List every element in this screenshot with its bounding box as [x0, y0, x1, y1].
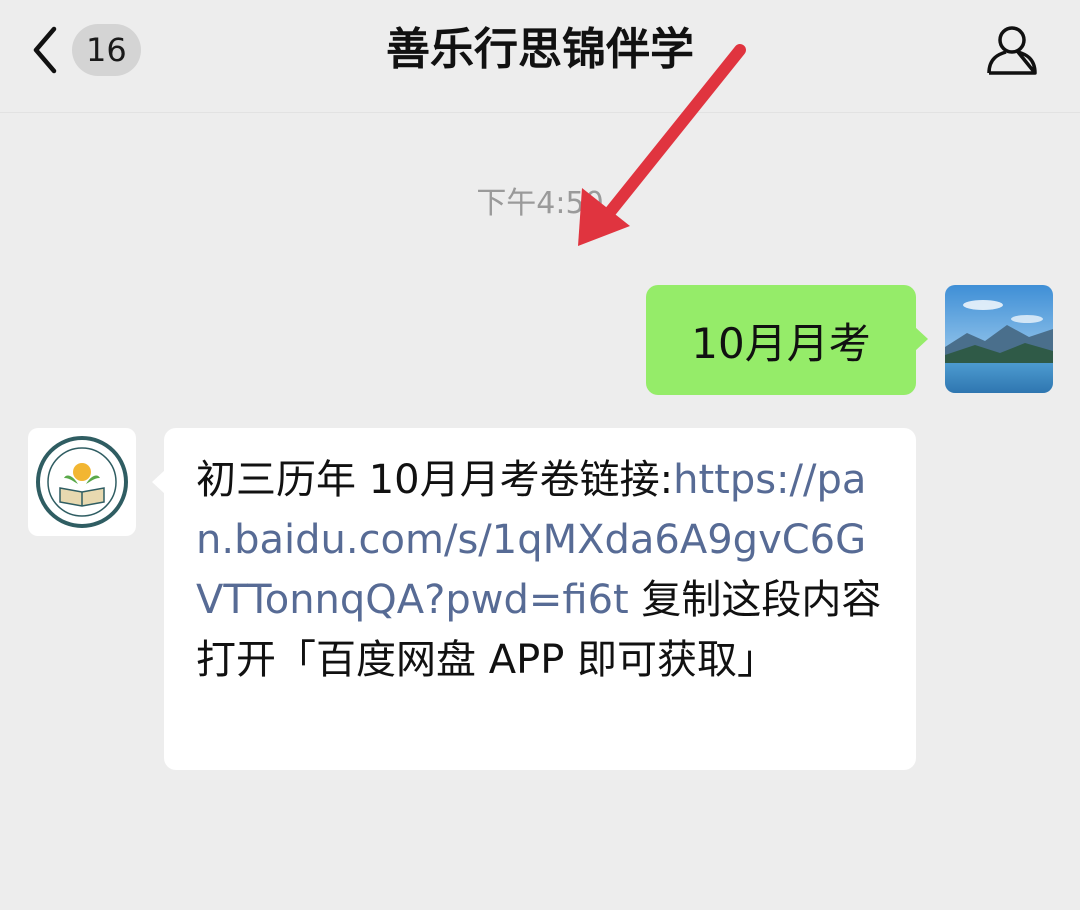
chevron-left-icon — [30, 25, 60, 75]
person-icon — [984, 26, 1040, 82]
chat-info-button[interactable] — [984, 22, 1040, 82]
avatar[interactable] — [945, 285, 1053, 393]
avatar[interactable] — [28, 428, 136, 536]
sent-message-bubble[interactable]: 10月月考 — [646, 285, 928, 395]
back-button[interactable]: 16 — [30, 18, 141, 82]
received-message-bubble[interactable]: 初三历年 10月月考卷链接:https://pan.baidu.com/s/1q… — [152, 428, 916, 770]
message-timestamp: 下午4:50 — [476, 186, 604, 221]
unread-count-badge: 16 — [72, 24, 141, 76]
chat-title: 善乐行思锦伴学 — [386, 24, 694, 75]
navigation-bar: 16 善乐行思锦伴学 — [0, 0, 1080, 113]
message-text: 10月月考 — [691, 318, 871, 368]
message-text: 初三历年 10月月考卷链接: — [196, 457, 674, 503]
